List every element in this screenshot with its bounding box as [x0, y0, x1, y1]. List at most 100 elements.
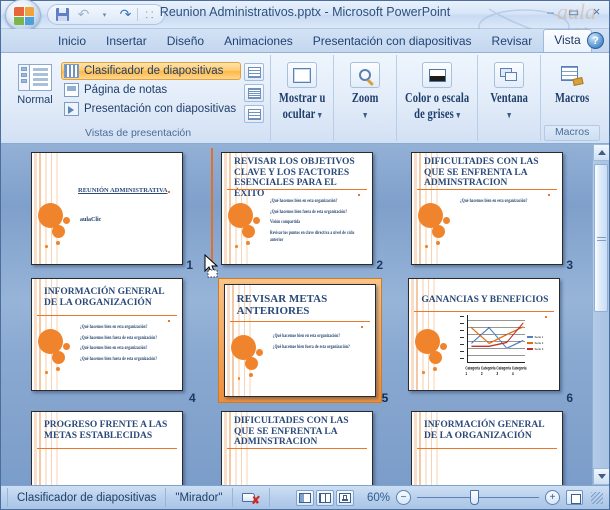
ventana-button[interactable]: Ventana ▾ [481, 58, 537, 121]
slide-thumbnail-2[interactable]: REVISAR LOS OBJETIVOS CLAVE Y LOS FACTOR… [221, 152, 389, 272]
slide-thumbnail-5[interactable]: REVISAR METAS ANTERIORES ¿Qué hacemos bi… [217, 278, 389, 405]
slide-rule [227, 189, 367, 191]
chart-y-axis-ticks [457, 315, 466, 363]
view-clasificador-de-diapositivas[interactable]: Clasificador de diapositivas [61, 62, 242, 80]
slide-thumbnail-3[interactable]: DIFICULTADES CON LAS QUE SE ENFRENTA LA … [411, 152, 579, 272]
slide-number: 5 [381, 391, 389, 405]
grayscale-icon [422, 62, 453, 88]
powerpoint-window: ↶ ▾ ↷ ⸬ Reunion Administrativos.pptx - M… [0, 0, 610, 510]
slide-title: DIFICULTADES CON LAS QUE SE ENFRENTA LA … [234, 416, 349, 448]
zoom-slider[interactable] [417, 490, 539, 505]
notes-master-icon [247, 108, 261, 120]
normal-view-button[interactable]: Normal [9, 58, 61, 106]
slide-canvas: REVISAR LOS OBJETIVOS CLAVE Y LOS FACTOR… [221, 152, 373, 265]
ribbon-group-macros: Macros Macros [541, 55, 603, 141]
legend-entry: Serie 2 [527, 341, 543, 345]
spellcheck-button[interactable]: ✘ [233, 488, 270, 507]
slide-thumbnail-9[interactable]: INFORMACIÓN GENERAL DE LA ORGANIZACIÓN [411, 411, 579, 485]
tab-vista[interactable]: Vista [543, 29, 592, 52]
tab-diseno[interactable]: Diseño [158, 31, 213, 52]
chevron-up-icon [597, 150, 606, 155]
fit-to-window-button[interactable] [566, 490, 583, 505]
scroll-down-button[interactable] [593, 468, 609, 485]
status-view-slideshow-button[interactable] [336, 489, 354, 506]
bullet-item: ¿Qué hacemos bien en esta organización? [80, 324, 148, 330]
tab-presentacion-con-diapositivas[interactable]: Presentación con diapositivas [304, 31, 481, 52]
group-label-4 [400, 139, 474, 141]
show-hide-icon [287, 62, 318, 88]
tab-insertar[interactable]: Insertar [97, 31, 156, 52]
zoom-slider-thumb[interactable] [470, 490, 479, 505]
group-label-vistas: Vistas de presentación [85, 127, 192, 139]
zoom-in-button[interactable]: + [545, 490, 560, 505]
slide-number: 2 [376, 258, 383, 272]
view-label: Presentación con diapositivas [84, 103, 237, 115]
zoom-button[interactable]: Zoom ▾ [337, 58, 393, 121]
slide-row-2: INFORMACIÓN GENERAL DE LA ORGANIZACIÓN ¿… [31, 278, 579, 405]
status-view-normal-button[interactable] [296, 489, 314, 506]
ribbon-tab-strip: Inicio Insertar Diseño Animaciones Prese… [1, 29, 609, 53]
status-view-sorter-button[interactable] [316, 489, 334, 506]
slide-thumbnail-7[interactable]: PROGRESO FRENTE A LAS METAS ESTABLECIDAS [31, 411, 199, 485]
notes-master-button[interactable] [244, 105, 265, 123]
slide-canvas: DIFICULTADES CON LAS QUE SE ENFRENTA LA … [221, 411, 373, 485]
view-pagina-de-notas[interactable]: Página de notas [61, 81, 241, 99]
slide-canvas: DIFICULTADES CON LAS QUE SE ENFRENTA LA … [411, 152, 563, 265]
scrollbar-thumb[interactable] [594, 164, 608, 312]
chevron-down-icon[interactable]: ▾ [318, 110, 322, 121]
tab-revisar[interactable]: Revisar [483, 31, 542, 52]
slide-canvas: REUNIÓN ADMINISTRATIVA aulaClic [31, 152, 183, 265]
chevron-down-icon[interactable]: ▾ [507, 110, 511, 121]
chart: Categoría 1 Categoría 2 Categoría 3 Cate… [457, 315, 543, 376]
slide-title: REUNIÓN ADMINISTRATIVA [78, 187, 168, 194]
slide-thumbnail-4[interactable]: INFORMACIÓN GENERAL DE LA ORGANIZACIÓN ¿… [31, 278, 202, 405]
resize-grip-icon[interactable] [591, 491, 603, 504]
vertical-scrollbar[interactable] [592, 144, 609, 485]
color-o-escala-de-grises-button[interactable]: Color o escala de grises ▾ [400, 58, 474, 122]
slide-number: 4 [188, 391, 196, 405]
slide-title: INFORMACIÓN GENERAL DE LA ORGANIZACIÓN [424, 420, 545, 441]
bullet-item: ¿Qué hacemos bien en esta organización? [80, 345, 148, 351]
slide-master-button[interactable] [244, 63, 265, 81]
ventana-label: Ventana [490, 91, 528, 106]
minimize-button[interactable]: – [542, 4, 559, 19]
mostrar-u-ocultar-button[interactable]: Mostrar u ocultar ▾ [274, 58, 330, 122]
slide-show-icon [64, 102, 79, 116]
slide-insertion-indicator [211, 148, 213, 268]
restore-button[interactable]: ▭ [565, 4, 582, 19]
scrollbar-track[interactable] [593, 161, 609, 468]
status-right-cluster: 60% − + [296, 489, 609, 506]
chevron-down-icon[interactable]: ▾ [363, 110, 367, 121]
slide-number: 1 [186, 258, 193, 272]
slide-canvas: PROGRESO FRENTE A LAS METAS ESTABLECIDAS [31, 411, 183, 485]
slide-sorter-icon [319, 492, 331, 503]
close-button[interactable]: × [588, 4, 605, 19]
ribbon-group-zoom: Zoom ▾ [334, 55, 398, 141]
slide-sorter-icon [64, 64, 79, 78]
macros-icon [557, 62, 587, 88]
slide-title: PROGRESO FRENTE A LAS METAS ESTABLECIDAS [44, 420, 168, 441]
bullet-item: ¿Qué hacemos bien fuera de esta organiza… [80, 356, 158, 362]
tab-animaciones[interactable]: Animaciones [215, 31, 302, 52]
slide-rule [229, 321, 370, 323]
help-icon[interactable]: ? [587, 32, 604, 49]
view-label: Página de notas [84, 84, 168, 96]
scrollbar-grip-icon [596, 235, 606, 241]
slide-master-icon [247, 66, 261, 78]
zoom-out-button[interactable]: − [396, 490, 411, 505]
slide-accent-dot [360, 326, 363, 328]
zoom-label: Zoom [351, 91, 379, 106]
slide-thumbnail-1[interactable]: REUNIÓN ADMINISTRATIVA aulaClic 1 [31, 152, 199, 272]
handout-master-button[interactable] [244, 84, 265, 102]
slide-thumbnail-8[interactable]: DIFICULTADES CON LAS QUE SE ENFRENTA LA … [221, 411, 389, 485]
chevron-down-icon[interactable]: ▾ [457, 110, 461, 121]
slide-sorter-workspace[interactable]: REUNIÓN ADMINISTRATIVA aulaClic 1 REVISA… [1, 144, 609, 485]
tab-inicio[interactable]: Inicio [49, 31, 95, 52]
window-title: Reunion Administrativos.pptx - Microsoft… [159, 5, 451, 19]
macros-button[interactable]: Macros [544, 58, 600, 109]
view-presentacion-con-diapositivas[interactable]: Presentación con diapositivas [61, 100, 241, 118]
slide-rule [37, 448, 177, 450]
slide-accent-dot [548, 194, 550, 196]
slide-thumbnail-6[interactable]: GANANCIAS Y BENEFICIOS Categoría 1 Categ… [408, 278, 579, 405]
scroll-up-button[interactable] [593, 144, 609, 161]
